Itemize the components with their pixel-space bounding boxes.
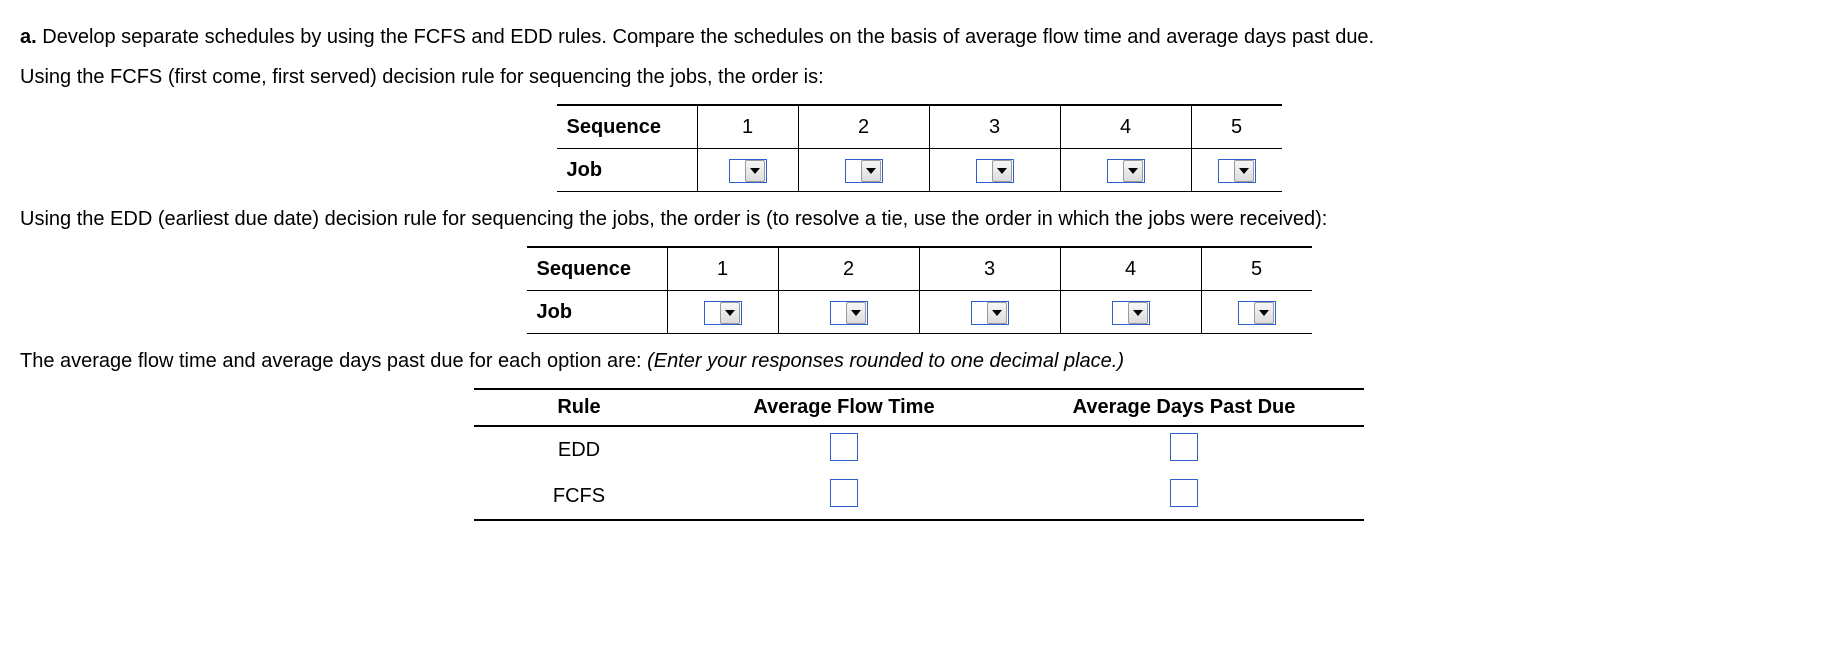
fcfs-avg-flow-input[interactable] [830,479,858,507]
edd-table-wrap: Sequence 1 2 3 4 5 Job [20,246,1818,334]
chevron-down-icon [987,302,1007,324]
edd-job-cell-4 [1060,291,1201,334]
fcfs-intro: Using the FCFS (first come, first served… [20,64,1818,90]
results-edd-past-cell [1004,426,1364,473]
fcfs-seq-4: 4 [1060,105,1191,149]
avg-intro-italic: (Enter your responses rounded to one dec… [647,350,1124,372]
fcfs-job-cell-4 [1060,149,1191,192]
fcfs-seq-label: Sequence [557,105,698,149]
edd-seq-3: 3 [919,247,1060,291]
edd-job-dropdown-2[interactable] [830,301,868,325]
edd-job-cell-2 [778,291,919,334]
fcfs-job-dropdown-3[interactable] [976,159,1014,183]
results-row-fcfs-label: FCFS [474,473,684,520]
fcfs-job-cell-1 [697,149,798,192]
chevron-down-icon [846,302,866,324]
fcfs-job-dropdown-2[interactable] [845,159,883,183]
chevron-down-icon [861,160,881,182]
edd-seq-4: 4 [1060,247,1201,291]
fcfs-job-dropdown-4[interactable] [1107,159,1145,183]
edd-avg-flow-input[interactable] [830,433,858,461]
results-header-avg-past-due: Average Days Past Due [1004,389,1364,426]
results-fcfs-flow-cell [684,473,1004,520]
fcfs-job-dropdown-1[interactable] [729,159,767,183]
part-label: a. [20,26,37,48]
edd-job-cell-3 [919,291,1060,334]
prompt-main: Develop separate schedules by using the … [42,26,1374,48]
results-edd-flow-cell [684,426,1004,473]
edd-seq-2: 2 [778,247,919,291]
edd-seq-1: 1 [667,247,778,291]
edd-job-dropdown-3[interactable] [971,301,1009,325]
fcfs-job-cell-5 [1191,149,1282,192]
results-fcfs-past-cell [1004,473,1364,520]
results-header-avg-flow: Average Flow Time [684,389,1004,426]
fcfs-seq-2: 2 [798,105,929,149]
results-table-wrap: Rule Average Flow Time Average Days Past… [20,388,1818,521]
results-header-rule: Rule [474,389,684,426]
chevron-down-icon [745,160,765,182]
edd-job-dropdown-5[interactable] [1238,301,1276,325]
results-table: Rule Average Flow Time Average Days Past… [474,388,1364,521]
fcfs-seq-5: 5 [1191,105,1282,149]
avg-intro: The average flow time and average days p… [20,348,1818,374]
edd-seq-5: 5 [1201,247,1312,291]
fcfs-job-cell-2 [798,149,929,192]
edd-seq-label: Sequence [527,247,668,291]
chevron-down-icon [1128,302,1148,324]
fcfs-job-dropdown-5[interactable] [1218,159,1256,183]
edd-intro: Using the EDD (earliest due date) decisi… [20,206,1818,232]
fcfs-avg-past-due-input[interactable] [1170,479,1198,507]
edd-job-dropdown-4[interactable] [1112,301,1150,325]
fcfs-seq-1: 1 [697,105,798,149]
edd-job-dropdown-1[interactable] [704,301,742,325]
edd-avg-past-due-input[interactable] [1170,433,1198,461]
edd-sequence-table: Sequence 1 2 3 4 5 Job [527,246,1312,334]
edd-job-cell-1 [667,291,778,334]
chevron-down-icon [1254,302,1274,324]
edd-job-cell-5 [1201,291,1312,334]
avg-intro-prefix: The average flow time and average days p… [20,350,647,372]
fcfs-job-cell-3 [929,149,1060,192]
edd-job-label: Job [527,291,668,334]
fcfs-job-label: Job [557,149,698,192]
results-row-edd-label: EDD [474,426,684,473]
chevron-down-icon [1234,160,1254,182]
chevron-down-icon [720,302,740,324]
fcfs-seq-3: 3 [929,105,1060,149]
question-part-a: a. Develop separate schedules by using t… [20,24,1818,50]
fcfs-sequence-table: Sequence 1 2 3 4 5 Job [557,104,1282,192]
chevron-down-icon [1123,160,1143,182]
fcfs-table-wrap: Sequence 1 2 3 4 5 Job [20,104,1818,192]
chevron-down-icon [992,160,1012,182]
